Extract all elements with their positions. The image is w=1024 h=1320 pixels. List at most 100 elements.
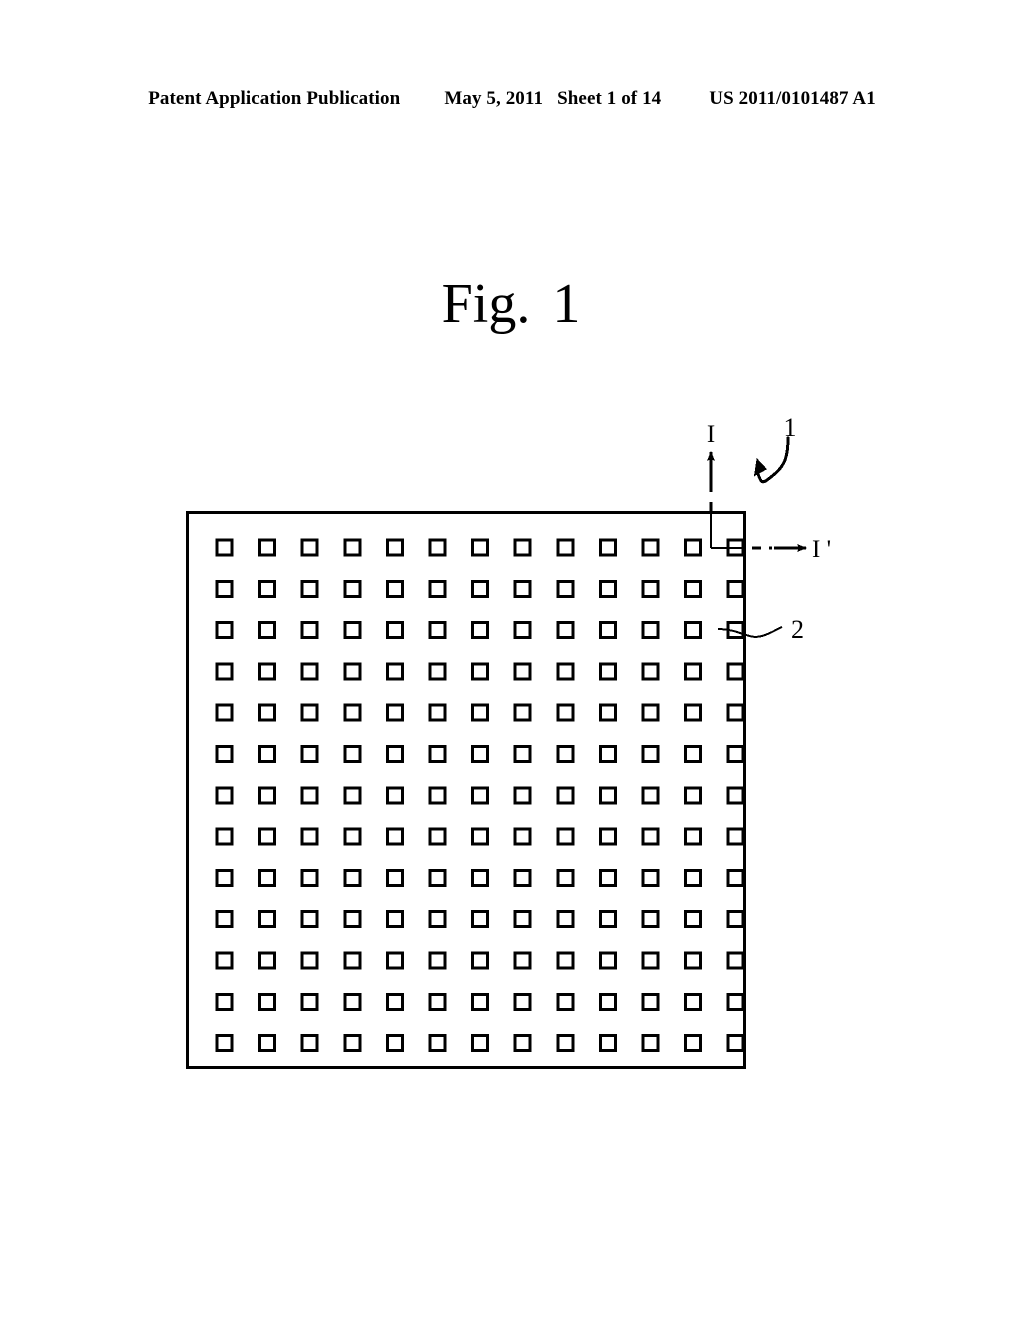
pad-array-element: [726, 951, 745, 970]
pad-array-element: [556, 910, 575, 929]
pad-array-element: [215, 703, 234, 722]
pad-array-element: [513, 910, 532, 929]
pad-array-element: [471, 992, 490, 1011]
pad-array-element: [471, 703, 490, 722]
pad-array-element: [684, 538, 703, 557]
pad-array-element: [556, 662, 575, 681]
pad-array-element: [258, 992, 277, 1011]
pad-array-element: [385, 1034, 404, 1053]
pad-array-element: [641, 910, 660, 929]
pad-array-element: [471, 662, 490, 681]
pad-array-element: [428, 868, 447, 887]
pad-array-element: [258, 703, 277, 722]
pad-array-element: [471, 786, 490, 805]
pad-array-element: [726, 868, 745, 887]
pad-array-element: [513, 786, 532, 805]
pad-array-element: [343, 745, 362, 763]
pad-array-element: [258, 621, 277, 640]
pad-array-element: [471, 910, 490, 929]
pad-array-element: [556, 868, 575, 887]
pad-array-element: [385, 786, 404, 805]
pad-array-element: [385, 662, 404, 681]
pad-array-element: [385, 621, 404, 640]
pad-array-element: [641, 1034, 660, 1053]
pad-array-element: [300, 579, 319, 598]
pad-array-element: [343, 992, 362, 1011]
pad-array-element: [343, 703, 362, 722]
pad-array-element: [641, 992, 660, 1011]
pad-array-element: [513, 703, 532, 722]
pad-array-element: [428, 827, 447, 846]
pad-array-element: [513, 662, 532, 681]
pad-array-element: [556, 538, 575, 557]
pad-array-element: [300, 538, 319, 557]
pad-array-element: [726, 786, 745, 805]
pad-array-element: [513, 579, 532, 598]
pad-array-element: [726, 579, 745, 598]
pad-array-element: [641, 662, 660, 681]
reference-numeral-1-label: 1: [784, 413, 797, 442]
pad-array-element: [258, 827, 277, 846]
pad-array-element: [215, 579, 234, 598]
pad-array-element: [428, 703, 447, 722]
pad-array-element: [598, 992, 617, 1011]
pad-array-element: [215, 951, 234, 970]
pad-array-element: [343, 662, 362, 681]
pad-array-element: [598, 951, 617, 970]
pad-array-element: [556, 745, 575, 763]
pad-array-element: [471, 621, 490, 640]
pad-array-element: [684, 745, 703, 763]
pad-array-element: [726, 703, 745, 722]
pad-array-element: [598, 538, 617, 557]
pad-array-element: [258, 910, 277, 929]
pad-array-element: [513, 992, 532, 1011]
pad-array-element: [598, 745, 617, 763]
pad-array-element: [556, 621, 575, 640]
pad-array-element: [513, 868, 532, 887]
pad-array-element: [684, 910, 703, 929]
pad-array-element: [684, 992, 703, 1011]
pad-array-element: [300, 786, 319, 805]
reference-numeral-2-label: 2: [791, 615, 804, 644]
pad-array-element: [428, 662, 447, 681]
pad-array-element: [215, 786, 234, 805]
pad-array-element: [684, 827, 703, 846]
pad-array-element: [556, 951, 575, 970]
pad-array-element: [556, 992, 575, 1011]
pad-array-element: [428, 538, 447, 557]
pad-array-element: [471, 745, 490, 763]
pad-array-element: [343, 910, 362, 929]
pad-array-element: [641, 703, 660, 722]
pad-array-element: [385, 951, 404, 970]
section-label-I: I: [707, 421, 715, 448]
pad-array-element: [385, 910, 404, 929]
pad-array-element: [385, 868, 404, 887]
pad-array-element: [258, 745, 277, 763]
pad-array-element: [598, 868, 617, 887]
pad-array-element: [215, 538, 234, 557]
pad-array-element: [385, 992, 404, 1011]
pad-array-element: [428, 910, 447, 929]
pad-array-element: [300, 951, 319, 970]
pad-array-element: [684, 868, 703, 887]
pad-array-element: [641, 745, 660, 763]
pad-array-element: [471, 827, 490, 846]
pad-array-element: [215, 745, 234, 763]
pad-array-element: [641, 868, 660, 887]
pad-array-element: [641, 951, 660, 970]
pad-array-element: [215, 868, 234, 887]
pad-array-element: [684, 786, 703, 805]
pad-array-element: [726, 1034, 745, 1053]
pad-array-element: [215, 827, 234, 846]
pad-array-element: [513, 1034, 532, 1053]
pad-array-element: [726, 662, 745, 681]
patent-drawing-canvas: I I ' 1 2: [0, 0, 1024, 1320]
pad-array-element: [258, 662, 277, 681]
pad-array-element: [428, 786, 447, 805]
pad-array-element: [343, 621, 362, 640]
pad-array-element: [684, 621, 703, 640]
pad-array-element: [385, 827, 404, 846]
pad-array-element: [258, 579, 277, 598]
pad-array-element: [556, 827, 575, 846]
pad-array-element: [385, 703, 404, 722]
